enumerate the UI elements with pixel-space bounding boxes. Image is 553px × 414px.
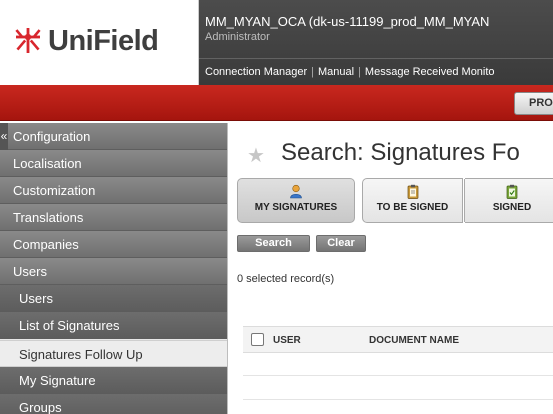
filter-signed-button[interactable]: SIGNED: [465, 178, 553, 223]
database-name: MM_MYAN_OCA (dk-us-11199_prod_MM_MYAN: [205, 14, 490, 29]
sidebar-item-label: Translations: [13, 210, 84, 225]
search-button[interactable]: Search: [237, 235, 310, 252]
collapse-sidebar-icon[interactable]: «: [0, 123, 8, 150]
select-all-checkbox[interactable]: [251, 333, 264, 346]
filter-my-signatures-button[interactable]: MY SIGNATURES: [237, 178, 355, 223]
sidebar-item-configuration[interactable]: Configuration: [0, 123, 227, 150]
table-header: USER DOCUMENT NAME: [243, 326, 553, 353]
sidebar-subitem-users[interactable]: Users: [0, 285, 227, 312]
sidebar-item-label: Localisation: [13, 156, 82, 171]
sidebar-item-customization[interactable]: Customization: [0, 177, 227, 204]
sidebar-item-label: Customization: [13, 183, 96, 198]
sidebar-subitem-label: Users: [19, 291, 53, 306]
sidebar-item-localisation[interactable]: Localisation: [0, 150, 227, 177]
filter-to-be-signed-button[interactable]: TO BE SIGNED: [362, 178, 463, 223]
table-row-divider: [243, 375, 553, 376]
top-links: Connection Manager | Manual | Message Receiv…: [199, 58, 553, 85]
sidebar-subitem-label: Groups: [19, 400, 62, 414]
connection-manager-link[interactable]: Connection Manager: [205, 66, 307, 78]
sidebar-item-label: Users: [13, 264, 47, 279]
table-row-divider: [243, 399, 553, 400]
app-header: UniField MM_MYAN_OCA (dk-us-11199_prod_M…: [0, 0, 553, 85]
sidebar-item-label: Companies: [13, 237, 79, 252]
sidebar-subitem-signatures-follow-up[interactable]: Signatures Follow Up: [0, 340, 227, 367]
logo[interactable]: UniField: [0, 0, 199, 85]
top-bar: MM_MYAN_OCA (dk-us-11199_prod_MM_MYAN Ad…: [199, 0, 553, 85]
sidebar-subitem-label: List of Signatures: [19, 318, 120, 333]
link-separator: |: [358, 66, 361, 78]
page-title: Search: Signatures Fo: [281, 139, 520, 166]
logo-text: UniField: [48, 25, 159, 57]
selected-records-count: 0 selected record(s): [237, 273, 335, 285]
sidebar: Configuration « Localisation Customizati…: [0, 123, 228, 414]
column-header-user[interactable]: USER: [273, 335, 301, 346]
favorite-star-icon[interactable]: ★: [247, 143, 265, 168]
sidebar-subitem-label: Signatures Follow Up: [19, 347, 143, 362]
filter-label: SIGNED: [492, 202, 532, 213]
sidebar-subitem-groups[interactable]: Groups: [0, 394, 227, 414]
filter-label: TO BE SIGNED: [376, 202, 449, 213]
message-received-monitor-link[interactable]: Message Received Monito: [365, 66, 495, 78]
clipboard-check-icon: [506, 184, 518, 199]
red-nav-bar: PRO: [0, 85, 553, 121]
column-header-document-name[interactable]: DOCUMENT NAME: [369, 335, 459, 346]
link-separator: |: [311, 66, 314, 78]
filter-label: MY SIGNATURES: [254, 202, 338, 213]
sidebar-subitem-list-of-signatures[interactable]: List of Signatures: [0, 312, 227, 339]
manual-link[interactable]: Manual: [318, 66, 354, 78]
sidebar-item-users[interactable]: Users: [0, 258, 227, 285]
pro-button[interactable]: PRO: [514, 92, 553, 115]
user-icon: [290, 184, 302, 199]
main-content: ★ Search: Signatures Fo MY SIGNATURES TO…: [229, 123, 553, 414]
clear-button[interactable]: Clear: [316, 235, 366, 252]
clipboard-icon: [407, 184, 418, 199]
sidebar-item-companies[interactable]: Companies: [0, 231, 227, 258]
user-role: Administrator: [205, 31, 270, 43]
sidebar-item-translations[interactable]: Translations: [0, 204, 227, 231]
sidebar-subitem-my-signature[interactable]: My Signature: [0, 367, 227, 394]
sidebar-subitem-label: My Signature: [19, 373, 96, 388]
sidebar-item-label: Configuration: [13, 129, 91, 144]
unifield-logo-icon: [15, 28, 41, 53]
